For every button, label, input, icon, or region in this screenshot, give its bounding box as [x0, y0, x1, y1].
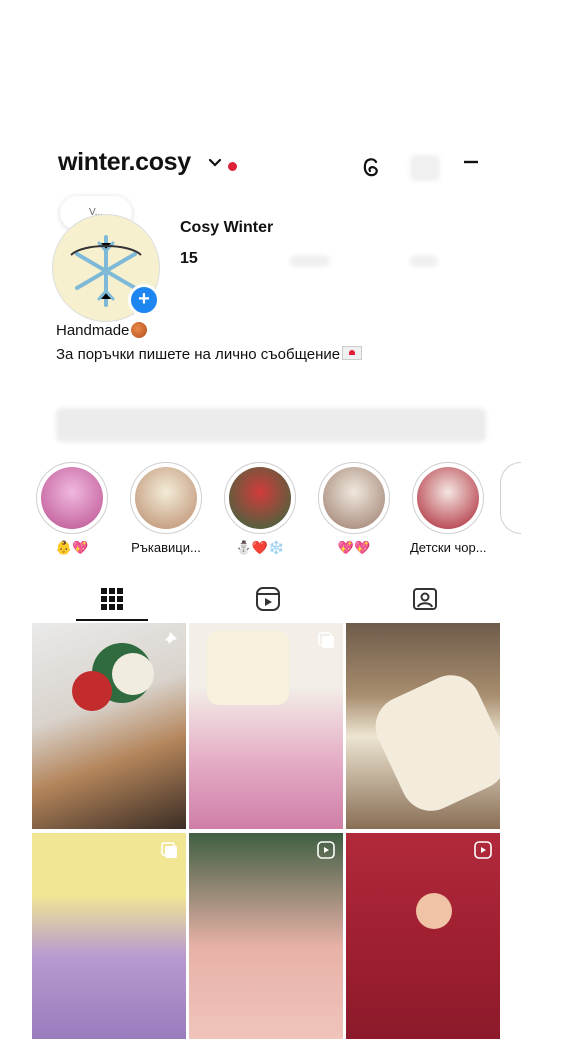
- profile-username[interactable]: winter.cosy: [58, 148, 191, 177]
- highlight-image: [229, 467, 291, 529]
- carousel-icon: [318, 632, 334, 648]
- cream-glove: [365, 665, 500, 821]
- carousel-icon: [161, 842, 177, 858]
- love-letter-emoji-icon: [342, 346, 363, 360]
- followers-count[interactable]: [290, 255, 330, 267]
- highlight-image: [41, 467, 103, 529]
- post-tile-1[interactable]: [32, 623, 186, 829]
- bio-text-2: За поръчки пишете на лично съобщение: [56, 346, 341, 363]
- red-yarn-ball: [72, 671, 112, 711]
- highlight-image: [323, 467, 385, 529]
- highlight-5[interactable]: Детски чор...: [410, 462, 486, 555]
- highlight-label: Ръкавици...: [131, 540, 201, 555]
- cream-yarn-ball: [112, 653, 154, 695]
- cream-cardigan: [207, 631, 289, 705]
- highlight-image: [417, 467, 479, 529]
- following-count[interactable]: [410, 255, 438, 267]
- menu-icon[interactable]: [462, 152, 480, 182]
- post-tile-2[interactable]: [189, 623, 343, 829]
- add-story-button[interactable]: +: [128, 284, 160, 316]
- highlight-label: ⛄❤️❄️: [235, 540, 285, 555]
- chevron-down-icon[interactable]: [208, 156, 222, 170]
- pin-icon: [163, 632, 177, 646]
- post-tile-6[interactable]: [346, 833, 500, 1039]
- yarn-emoji-icon: [131, 322, 148, 338]
- highlight-1[interactable]: 👶💖: [34, 462, 110, 556]
- highlight-image: [135, 467, 197, 529]
- highlight-3[interactable]: ⛄❤️❄️: [222, 462, 298, 556]
- highlight-label: 💖💖: [337, 540, 371, 555]
- post-tile-5[interactable]: [189, 833, 343, 1039]
- highlight-6-partial[interactable]: [500, 462, 521, 534]
- grid-icon[interactable]: [99, 586, 125, 612]
- rose-embroidery: [416, 893, 452, 929]
- tagged-icon[interactable]: [412, 586, 438, 612]
- new-post-icon[interactable]: [410, 155, 440, 181]
- live-indicator: [228, 162, 237, 171]
- active-tab-indicator: [76, 619, 148, 621]
- threads-icon[interactable]: [356, 152, 386, 182]
- highlight-4[interactable]: 💖💖: [316, 462, 392, 556]
- bio-line-1: Handmade: [56, 322, 148, 339]
- bio-text-1: Handmade: [56, 322, 130, 339]
- post-tile-3[interactable]: [346, 623, 500, 829]
- reels-icon[interactable]: [255, 586, 281, 612]
- reels-icon: [474, 841, 492, 859]
- post-tile-4[interactable]: [32, 833, 186, 1039]
- highlight-2[interactable]: Ръкавици...: [128, 462, 204, 555]
- posts-count[interactable]: 15: [180, 250, 198, 268]
- display-name: Cosy Winter: [180, 219, 274, 236]
- bio-line-2: За поръчки пишете на лично съобщение: [56, 346, 363, 363]
- reels-icon: [317, 841, 335, 859]
- profile-action-buttons[interactable]: [56, 408, 486, 442]
- highlight-label: Детски чор...: [410, 540, 486, 555]
- highlight-label: 👶💖: [55, 540, 89, 555]
